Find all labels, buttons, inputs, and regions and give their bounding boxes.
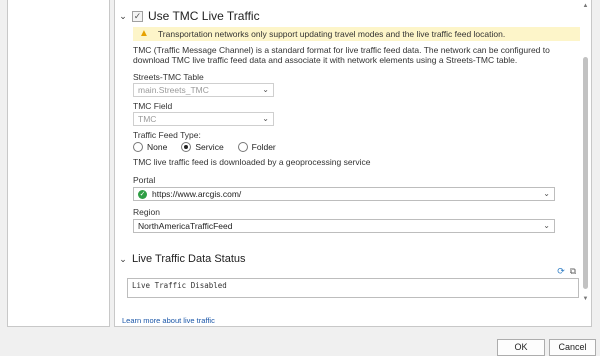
region-dropdown[interactable]: NorthAmericaTrafficFeed ⌄ [133,219,555,233]
ok-button[interactable]: OK [497,339,545,356]
status-section-title: Live Traffic Data Status [132,253,246,265]
refresh-icon[interactable]: ⟳ [556,266,566,276]
traffic-feed-type-radio-group: None Service Folder [133,142,276,152]
chevron-down-icon: ⌄ [262,114,269,123]
streets-tmc-value: main.Streets_TMC [138,85,209,95]
tmc-description: TMC (Traffic Message Channel) is a stand… [133,45,550,65]
chevron-down-icon[interactable]: ⌄ [119,254,127,265]
tmc-section-header: ⌄ ✓ Use TMC Live Traffic [119,9,260,23]
chevron-down-icon: ⌄ [543,221,550,230]
radio-folder-label: Folder [251,142,276,152]
chevron-down-icon: ⌄ [262,85,269,94]
portal-label: Portal [133,175,156,185]
portal-dropdown[interactable]: ✓ https://www.arcgis.com/ ⌄ [133,187,555,201]
warning-text: Transportation networks only support upd… [157,29,506,39]
region-value: NorthAmericaTrafficFeed [138,221,233,231]
tmc-field-value: TMC [138,114,157,124]
radio-none[interactable] [133,142,143,152]
scroll-down-arrow-icon[interactable]: ▼ [581,295,590,303]
status-text-box: Live Traffic Disabled [127,278,579,298]
feed-type-note: TMC live traffic feed is downloaded by a… [133,157,371,167]
warning-triangle-icon: ▲ [139,28,149,39]
check-circle-icon: ✓ [138,189,147,199]
status-text: Live Traffic Disabled [132,281,227,290]
warning-banner: ▲ Transportation networks only support u… [133,27,580,41]
chevron-down-icon[interactable]: ⌄ [119,11,127,22]
status-section-header: ⌄ Live Traffic Data Status [119,253,246,265]
radio-service[interactable] [181,142,192,152]
radio-service-label: Service [195,142,224,152]
portal-value: https://www.arcgis.com/ [152,189,242,199]
radio-none-label: None [147,142,168,152]
streets-tmc-dropdown[interactable]: main.Streets_TMC ⌄ [133,83,274,97]
region-label: Region [133,207,160,217]
tmc-section-title: Use TMC Live Traffic [148,9,260,23]
chevron-down-icon: ⌄ [543,189,550,198]
scroll-up-arrow-icon[interactable]: ▲ [581,2,590,10]
radio-folder[interactable] [237,142,248,152]
tmc-field-label: TMC Field [133,101,173,111]
copy-icon[interactable]: ⧉ [568,266,578,276]
tmc-field-dropdown[interactable]: TMC ⌄ [133,112,274,126]
use-tmc-checkbox[interactable]: ✓ [132,10,143,22]
vertical-scrollbar[interactable]: ▲ ▼ [581,2,590,303]
streets-tmc-label: Streets-TMC Table [133,72,204,82]
traffic-feed-type-label: Traffic Feed Type: [133,130,201,140]
learn-more-link[interactable]: Learn more about live traffic [122,316,215,325]
left-navigation-panel [7,0,110,327]
cancel-button[interactable]: Cancel [549,339,596,356]
scroll-thumb[interactable] [583,57,588,289]
